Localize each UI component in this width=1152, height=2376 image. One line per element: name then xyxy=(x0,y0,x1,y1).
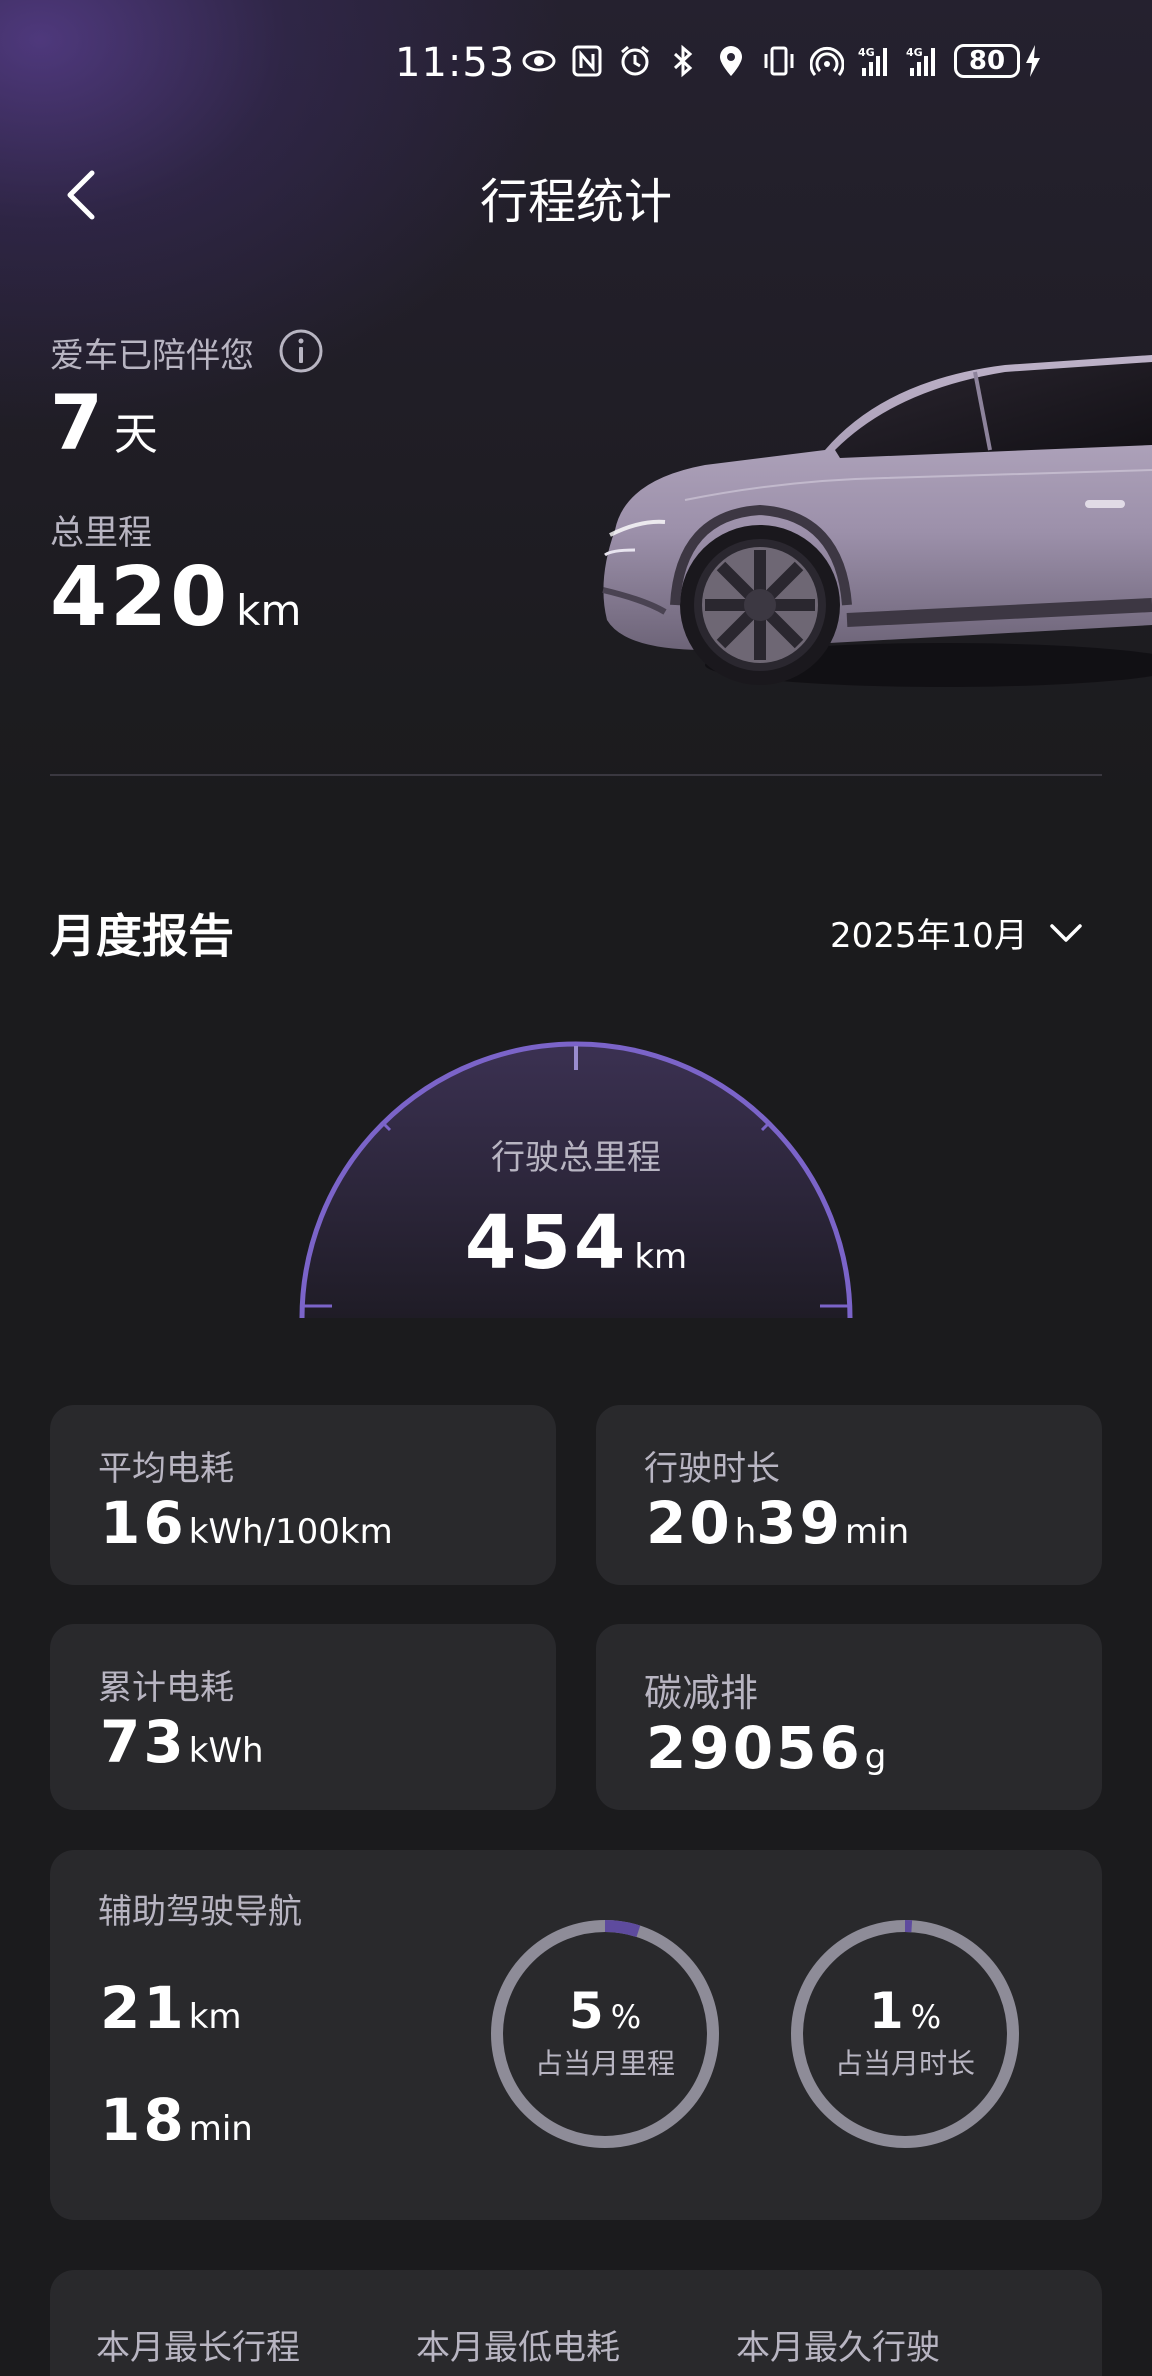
mileage-ratio-value: 5 % xyxy=(487,1982,723,2040)
days-unit: 天 xyxy=(113,409,158,460)
assisted-distance: 21 km xyxy=(100,1974,242,2042)
companion-days: 7 天 xyxy=(50,378,158,467)
status-icons: 4G 4G 80 xyxy=(522,44,1042,78)
avg-consumption-card: 平均电耗 16 kWh/100km xyxy=(50,1405,556,1585)
nfc-icon xyxy=(570,44,604,78)
carbon-number: 29056 xyxy=(646,1714,863,1782)
battery-level: 80 xyxy=(954,44,1020,78)
bluetooth-icon xyxy=(666,44,700,78)
total-consumption-value: 73 kWh xyxy=(100,1708,264,1776)
assisted-distance-value: 21 xyxy=(100,1974,187,2042)
total-consumption-label: 累计电耗 xyxy=(98,1668,234,1708)
status-bar: 11:53 4G 4G 80 xyxy=(0,40,1152,96)
carbon-value: 29056 g xyxy=(646,1714,886,1782)
time-ratio-unit: % xyxy=(910,1998,942,2036)
month-mileage-value: 454 xyxy=(464,1200,629,1286)
drive-time-hours: 20 xyxy=(646,1489,733,1557)
vibrate-icon xyxy=(762,44,796,78)
drive-time-minutes: 39 xyxy=(756,1489,843,1557)
page-title: 行程统计 xyxy=(479,174,672,230)
drive-time-card: 行驶时长 20 h 39 min xyxy=(596,1405,1102,1585)
avg-consumption-number: 16 xyxy=(100,1489,187,1557)
lowest-consumption-label: 本月最低电耗 xyxy=(416,2328,620,2368)
monthly-report-title: 月度报告 xyxy=(50,909,234,963)
longest-drive-label: 本月最久行驶 xyxy=(736,2328,940,2368)
total-mileage-unit: km xyxy=(236,586,302,635)
time-ratio-text: 1 % 占当月时长 xyxy=(787,1982,1023,2082)
companion-label: 爱车已陪伴您 xyxy=(50,336,254,376)
alarm-icon xyxy=(618,44,652,78)
avg-consumption-unit: kWh/100km xyxy=(188,1512,393,1552)
assisted-time: 18 min xyxy=(100,2086,253,2154)
time-ratio-ring: 1 % 占当月时长 xyxy=(787,1916,1023,2152)
section-divider xyxy=(50,774,1102,776)
mileage-ratio-ring: 5 % 占当月里程 xyxy=(487,1916,723,2152)
signal-4g-icon: 4G xyxy=(858,44,892,78)
signal-4g-icon: 4G xyxy=(906,44,940,78)
total-mileage-value: 420 xyxy=(50,550,231,645)
charging-icon xyxy=(1026,45,1040,77)
mileage-ratio-caption: 占当月里程 xyxy=(534,2047,675,2080)
mileage-ratio-unit: % xyxy=(610,1998,642,2036)
assisted-driving-card: 辅助驾驶导航 21 km 18 min 5 % 占当月里程 1 % 占当月时长 xyxy=(50,1850,1102,2220)
svg-text:4G: 4G xyxy=(858,46,875,59)
carbon-card: 碳减排 29056 g xyxy=(596,1624,1102,1810)
drive-time-label: 行驶时长 xyxy=(644,1449,780,1489)
car-image xyxy=(602,355,1152,687)
info-icon[interactable] xyxy=(278,328,324,374)
drive-time-hours-unit: h xyxy=(734,1512,757,1552)
location-icon xyxy=(714,44,748,78)
month-mileage-unit: km xyxy=(634,1237,688,1277)
battery-indicator: 80 xyxy=(954,44,1042,78)
mileage-ratio-number: 5 xyxy=(568,1982,607,2040)
total-consumption-unit: kWh xyxy=(188,1731,264,1771)
hotspot-icon xyxy=(810,44,844,78)
eye-icon xyxy=(522,44,556,78)
assisted-driving-label: 辅助驾驶导航 xyxy=(98,1892,302,1932)
carbon-label: 碳减排 xyxy=(644,1671,759,1715)
gauge-value: 454 km xyxy=(0,1200,1152,1286)
time-ratio-number: 1 xyxy=(868,1982,907,2040)
drive-time-value: 20 h 39 min xyxy=(646,1489,909,1557)
longest-trip-label: 本月最长行程 xyxy=(96,2328,300,2368)
chevron-down-icon xyxy=(1050,923,1082,942)
total-mileage-label: 总里程 xyxy=(50,513,152,553)
assisted-time-value: 18 xyxy=(100,2086,187,2154)
total-mileage: 420 km xyxy=(50,550,301,645)
time-ratio-value: 1 % xyxy=(787,1982,1023,2040)
status-time: 11:53 xyxy=(395,40,516,86)
assisted-distance-unit: km xyxy=(188,1997,242,2037)
month-selector[interactable]: 2025年10月 xyxy=(830,908,1084,957)
time-ratio-caption: 占当月时长 xyxy=(834,2047,975,2080)
total-consumption-card: 累计电耗 73 kWh xyxy=(50,1624,556,1810)
assisted-time-unit: min xyxy=(188,2109,253,2149)
carbon-unit: g xyxy=(864,1737,887,1777)
gauge-label: 行驶总里程 xyxy=(491,1138,661,1178)
svg-text:4G: 4G xyxy=(906,46,923,59)
total-consumption-number: 73 xyxy=(100,1708,187,1776)
drive-time-minutes-unit: min xyxy=(845,1512,910,1552)
days-value: 7 xyxy=(50,378,106,467)
avg-consumption-label: 平均电耗 xyxy=(98,1449,234,1489)
month-selector-value: 2025年10月 xyxy=(830,916,1028,956)
avg-consumption-value: 16 kWh/100km xyxy=(100,1489,393,1557)
mileage-ratio-text: 5 % 占当月里程 xyxy=(487,1982,723,2082)
